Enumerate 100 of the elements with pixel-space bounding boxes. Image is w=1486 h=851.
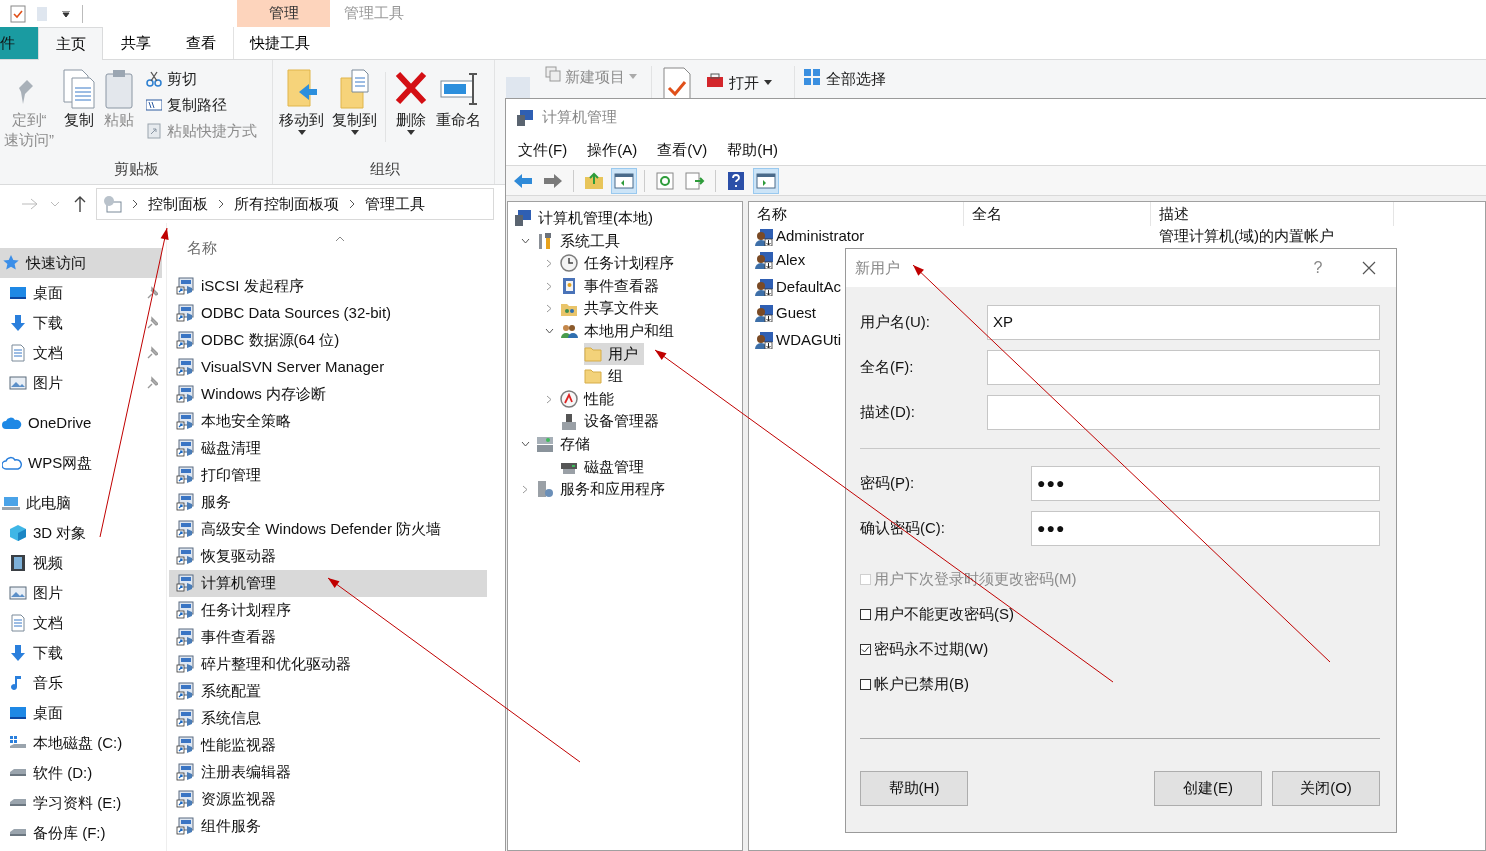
tree-item[interactable]: 任务计划程序: [560, 252, 680, 275]
file-item[interactable]: 碎片整理和优化驱动器: [169, 650, 487, 678]
file-item[interactable]: 资源监视器: [169, 785, 487, 813]
tree-item[interactable]: 计算机管理(本地): [514, 207, 659, 230]
nav-item[interactable]: 图片: [0, 578, 162, 608]
group-label: 组织: [368, 158, 401, 179]
nav-item[interactable]: 下载: [0, 308, 162, 338]
menu-item[interactable]: 查看(V): [657, 139, 708, 162]
file-item[interactable]: 性能监视器: [169, 731, 487, 759]
ribbon-tab[interactable]: 主页: [38, 27, 103, 60]
breadcrumb[interactable]: 管理工具: [365, 192, 425, 216]
column-header[interactable]: 描述: [1151, 202, 1394, 226]
nav-item[interactable]: WPS网盘: [0, 448, 162, 478]
back-arrow-icon: [22, 198, 38, 210]
ribbon-button[interactable]: 剪切: [146, 66, 257, 92]
shortcut-icon: [176, 817, 194, 835]
file-item[interactable]: ODBC 数据源(64 位): [169, 326, 487, 354]
nav-item[interactable]: 下载: [0, 638, 162, 668]
ribbon-button[interactable]: 打开: [706, 72, 772, 98]
ribbon-tab[interactable]: 查看: [168, 27, 233, 59]
ribbon-button[interactable]: 全部选择: [803, 68, 886, 94]
column-header[interactable]: 全名: [964, 202, 1151, 226]
help-button[interactable]: 帮助(H): [860, 771, 968, 806]
folder-up-icon: [584, 171, 604, 190]
tree-item[interactable]: 用户: [584, 342, 644, 365]
nav-item[interactable]: 桌面: [0, 278, 162, 308]
tree-item[interactable]: 本地用户和组: [560, 320, 680, 343]
nav-item[interactable]: 快速访问: [0, 248, 162, 278]
tree-item[interactable]: 组: [584, 365, 629, 388]
file-item[interactable]: 系统信息: [169, 704, 487, 732]
input-field[interactable]: XP: [987, 305, 1380, 340]
file-item[interactable]: 打印管理: [169, 461, 487, 489]
tree-item[interactable]: 设备管理器: [560, 410, 665, 433]
ribbon-tab[interactable]: 件: [0, 27, 38, 59]
file-item[interactable]: ODBC Data Sources (32-bit): [169, 299, 487, 327]
tree-item[interactable]: 事件查看器: [560, 275, 665, 298]
input-field[interactable]: [987, 395, 1380, 430]
nav-item[interactable]: 本地磁盘 (C:): [0, 728, 162, 758]
nav-item[interactable]: 3D 对象: [0, 518, 162, 548]
file-item[interactable]: 任务计划程序: [169, 596, 487, 624]
menu-item[interactable]: 操作(A): [587, 139, 638, 162]
tree-item[interactable]: 服务和应用程序: [536, 478, 671, 501]
nav-item[interactable]: 学习资料 (E:): [0, 788, 162, 818]
nav-item[interactable]: 备份库 (F:): [0, 818, 162, 848]
file-item[interactable]: 恢复驱动器: [169, 542, 487, 570]
breadcrumb[interactable]: 控制面板: [148, 192, 208, 216]
toolbar-button[interactable]: [611, 167, 637, 194]
ribbon-button[interactable]: 复制: [58, 62, 100, 130]
checkbox[interactable]: [860, 678, 871, 690]
dialog-button[interactable]: 创建(E): [1154, 771, 1262, 806]
tree-item[interactable]: 系统工具: [536, 229, 626, 252]
ribbon-button[interactable]: 重命名: [432, 62, 485, 130]
menu-item[interactable]: 文件(F): [518, 139, 568, 162]
nav-item[interactable]: 音乐: [0, 668, 162, 698]
file-item[interactable]: 系统配置: [169, 677, 487, 705]
breadcrumb[interactable]: 所有控制面板项: [234, 192, 339, 216]
nav-item[interactable]: 桌面: [0, 698, 162, 728]
nav-item[interactable]: 文档: [0, 608, 162, 638]
file-item[interactable]: 注册表编辑器: [169, 758, 487, 786]
nav-item[interactable]: 文档: [0, 338, 162, 368]
input-field[interactable]: [987, 350, 1380, 385]
nav-item[interactable]: 软件 (D:): [0, 758, 162, 788]
address-bar[interactable]: 控制面板 所有控制面板项 管理工具: [96, 188, 494, 220]
file-item[interactable]: 服务: [169, 488, 487, 516]
file-item[interactable]: 高级安全 Windows Defender 防火墙: [169, 515, 487, 543]
file-item[interactable]: VisualSVN Server Manager: [169, 353, 487, 381]
ribbon-button[interactable]: 复制路径: [146, 92, 257, 118]
file-item[interactable]: 磁盘清理: [169, 434, 487, 462]
input-field[interactable]: ●●●: [1031, 466, 1380, 501]
chevron-right-icon: [546, 304, 552, 314]
shortcut-icon: [176, 439, 194, 457]
file-item[interactable]: Windows 内存诊断: [169, 380, 487, 408]
help-button[interactable]: ?: [1308, 256, 1328, 280]
tree-item[interactable]: 磁盘管理: [560, 455, 650, 478]
file-item[interactable]: 事件查看器: [169, 623, 487, 651]
nav-item[interactable]: 此电脑: [0, 488, 162, 518]
ribbon-button[interactable]: 删除: [390, 62, 432, 135]
checkbox[interactable]: [860, 608, 871, 620]
input-field[interactable]: ●●●: [1031, 511, 1380, 546]
file-item[interactable]: 计算机管理: [169, 569, 487, 597]
nav-item[interactable]: 图片: [0, 368, 162, 398]
column-header[interactable]: 名称: [749, 202, 964, 226]
tree-item[interactable]: 存储: [536, 433, 596, 456]
menu-item[interactable]: 帮助(H): [727, 139, 778, 162]
dialog-button[interactable]: 关闭(O): [1272, 771, 1380, 806]
toolbar-button[interactable]: [753, 167, 779, 194]
ribbon-tab[interactable]: 快捷工具: [233, 27, 326, 59]
file-item[interactable]: 组件服务: [169, 812, 487, 840]
nav-item[interactable]: 视频: [0, 548, 162, 578]
tree-item[interactable]: 共享文件夹: [560, 297, 665, 320]
file-item[interactable]: 本地安全策略: [169, 407, 487, 435]
ribbon-button[interactable]: 复制到: [328, 62, 381, 135]
file-item[interactable]: iSCSI 发起程序: [169, 272, 487, 300]
ribbon-tab[interactable]: 共享: [103, 27, 168, 59]
ribbon-button[interactable]: 移动到: [275, 62, 328, 135]
properties-icon: [10, 4, 26, 23]
nav-item[interactable]: OneDrive: [0, 408, 162, 438]
tree-item[interactable]: 性能: [560, 388, 620, 411]
checkbox[interactable]: [860, 643, 871, 655]
column-header[interactable]: 名称: [187, 237, 217, 260]
